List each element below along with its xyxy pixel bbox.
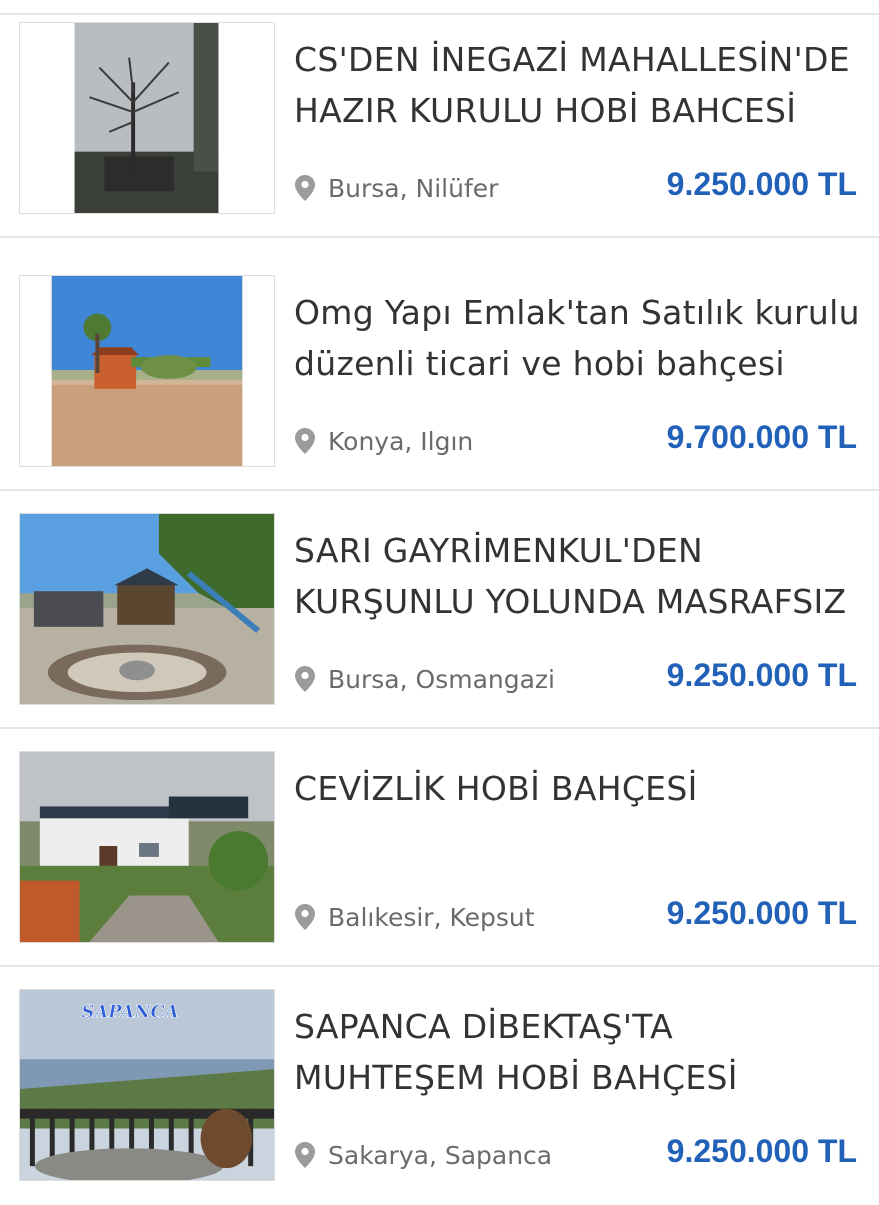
location-pin-icon (295, 175, 315, 201)
listing-title[interactable]: CEVİZLİK HOBİ BAHÇESİ (294, 763, 864, 814)
location-pin-icon (295, 428, 315, 454)
listing-title-line: KURŞUNLU YOLUNDA MASRAFSIZ (294, 582, 847, 621)
location-text: Bursa, Osmangazi (328, 664, 555, 694)
listing-title-line: CEVİZLİK HOBİ BAHÇESİ (294, 769, 698, 808)
listing-item[interactable]: Omg Yapı Emlak'tan Satılık kurulu düzenl… (0, 253, 879, 491)
listing-location: Bursa, Osmangazi (294, 663, 555, 695)
listing-title-line: CS'DEN İNEGAZİ MAHALLESİN'DE (294, 40, 850, 79)
listing-title-line: HAZIR KURULU HOBİ BAHCESİ (294, 91, 797, 130)
listing-location: Balıkesir, Kepsut (294, 901, 535, 933)
location-pin-icon (295, 666, 315, 692)
location-text: Balıkesir, Kepsut (328, 902, 535, 932)
listing-photo[interactable] (19, 513, 275, 705)
image-caption: SAPANCA (82, 1002, 179, 1023)
listing-item[interactable]: SARI GAYRİMENKUL'DEN KURŞUNLU YOLUNDA MA… (0, 491, 879, 729)
listing-price: 9.700.000 TL (666, 419, 857, 455)
location-text: Bursa, Nilüfer (328, 173, 499, 203)
listing-title[interactable]: CS'DEN İNEGAZİ MAHALLESİN'DE HAZIR KURUL… (294, 34, 864, 136)
listing-price: 9.250.000 TL (666, 657, 857, 693)
listing-photo[interactable] (19, 275, 275, 467)
listing-price: 9.250.000 TL (666, 1133, 857, 1169)
listing-photo[interactable] (19, 751, 275, 943)
listing-title-line: MUHTEŞEM HOBİ BAHÇESİ (294, 1058, 738, 1097)
listing-location: Sakarya, Sapanca (294, 1139, 552, 1171)
listing-title-line: düzenli ticari ve hobi bahçesi (294, 344, 785, 383)
listing-item[interactable]: CS'DEN İNEGAZİ MAHALLESİN'DE HAZIR KURUL… (0, 0, 879, 238)
listing-location: Bursa, Nilüfer (294, 172, 498, 204)
listing-photo[interactable] (19, 22, 275, 214)
location-text: Sakarya, Sapanca (328, 1140, 553, 1170)
listing-title-line: SAPANCA DİBEKTAŞ'TA (294, 1007, 674, 1046)
listing-location: Konya, Ilgın (294, 425, 473, 457)
listing-title-line: Omg Yapı Emlak'tan Satılık kurulu (294, 293, 860, 332)
listing-photo[interactable]: SAPANCA (19, 989, 275, 1181)
listing-title-line: SARI GAYRİMENKUL'DEN (294, 531, 704, 570)
listing-title[interactable]: SARI GAYRİMENKUL'DEN KURŞUNLU YOLUNDA MA… (294, 525, 864, 627)
location-pin-icon (295, 1142, 315, 1168)
listing-item[interactable]: CEVİZLİK HOBİ BAHÇESİ Balıkesir, Kepsut … (0, 729, 879, 967)
listing-list: Omg Yapı Emlak'tan Satılık kurulu düzenl… (0, 0, 879, 1200)
location-text: Konya, Ilgın (328, 426, 474, 456)
listing-title[interactable]: SAPANCA DİBEKTAŞ'TA MUHTEŞEM HOBİ BAHÇES… (294, 1001, 864, 1103)
listing-price: 9.250.000 TL (666, 166, 857, 202)
listing-item[interactable]: SAPANCA SAPANCA DİBEKTAŞ'TA MUHTEŞEM HOB… (0, 967, 879, 1205)
listing-price: 9.250.000 TL (666, 895, 857, 931)
location-pin-icon (295, 904, 315, 930)
listing-title[interactable]: Omg Yapı Emlak'tan Satılık kurulu düzenl… (294, 287, 864, 389)
